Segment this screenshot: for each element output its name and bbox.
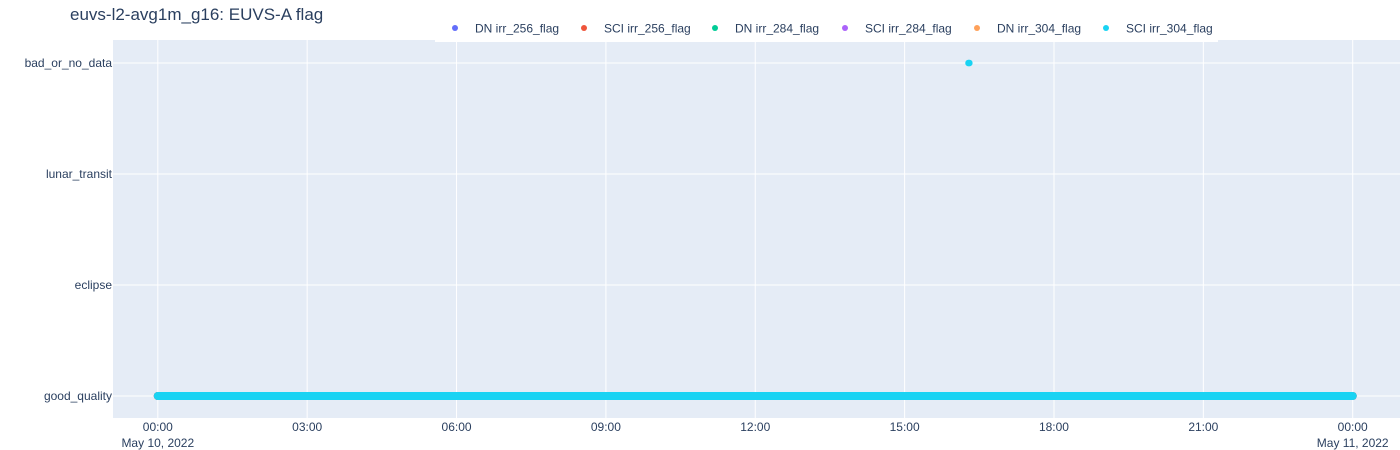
x-tick-label: 06:00 (442, 420, 472, 434)
legend-label: DN irr_284_flag (735, 22, 819, 36)
x-tick-sublabel: May 10, 2022 (121, 436, 194, 450)
legend-marker (452, 25, 458, 31)
x-tick-label: 00:00 (143, 420, 173, 434)
x-axis: 00:00 May 10, 2022 03:00 06:00 09:00 12:00 15:… (121, 420, 1388, 450)
legend-marker (1103, 25, 1109, 31)
y-tick-label: good_quality (44, 389, 112, 403)
x-tick-label: 03:00 (292, 420, 322, 434)
legend-label: DN irr_256_flag (475, 22, 559, 36)
y-tick-label: bad_or_no_data (25, 56, 113, 70)
legend-marker (842, 25, 848, 31)
x-tick-sublabel: May 11, 2022 (1317, 436, 1389, 450)
x-tick-label: 00:00 (1338, 420, 1368, 434)
legend-label: SCI irr_256_flag (604, 22, 691, 36)
plot-area (113, 40, 1400, 418)
x-tick-label: 15:00 (890, 420, 920, 434)
data-point (966, 59, 973, 67)
x-tick-label: 12:00 (740, 420, 770, 434)
y-axis: good_quality eclipse lunar_transit bad_or_n… (25, 56, 113, 403)
legend-marker (581, 25, 587, 31)
y-tick-label: eclipse (75, 278, 113, 292)
chart-svg: euvs-l2-avg1m_g16: EUVS-A flag DN irr_25… (25, 5, 1400, 450)
legend-marker (712, 25, 718, 31)
x-tick-label: 21:00 (1188, 420, 1218, 434)
legend-label: SCI irr_284_flag (865, 22, 952, 36)
legend-marker (974, 25, 980, 31)
x-tick-label: 09:00 (591, 420, 621, 434)
legend-label: DN irr_304_flag (997, 22, 1081, 36)
legend[interactable]: DN irr_256_flag SCI irr_256_flag DN irr_28… (435, 15, 1218, 42)
legend-label: SCI irr_304_flag (1126, 22, 1213, 36)
y-tick-label: lunar_transit (46, 167, 113, 181)
chart-title: euvs-l2-avg1m_g16: EUVS-A flag (70, 5, 323, 24)
x-tick-label: 18:00 (1039, 420, 1069, 434)
